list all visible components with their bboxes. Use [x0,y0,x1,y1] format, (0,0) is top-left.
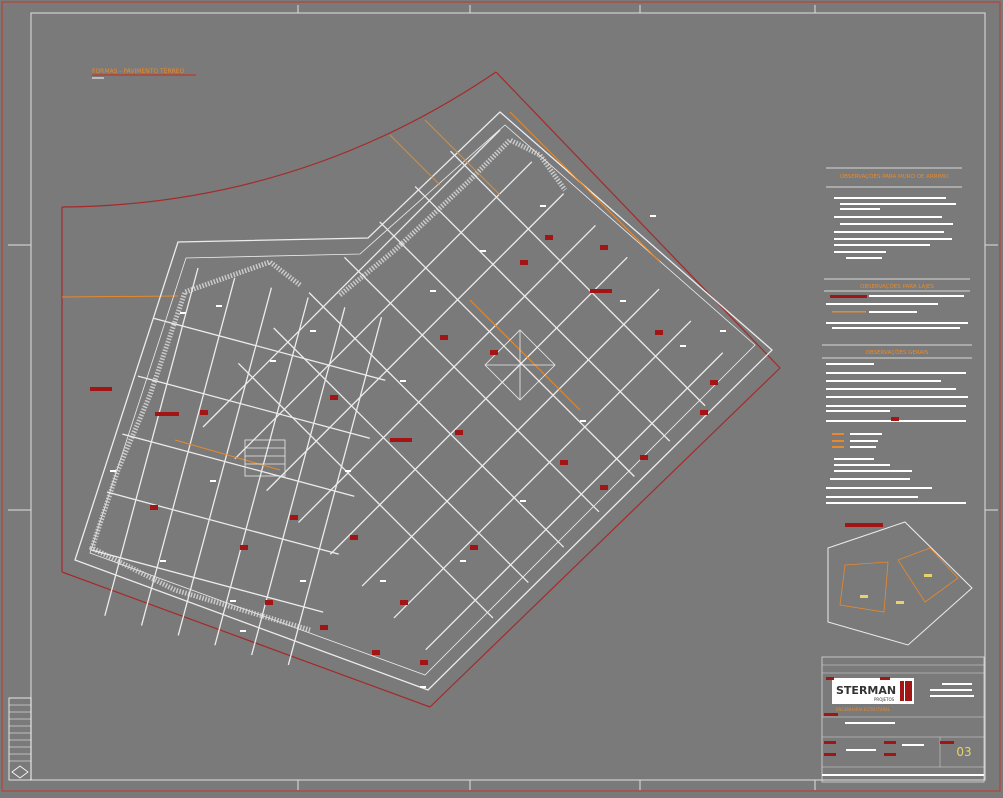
building-outline [74,111,773,691]
notes-general-title: OBSERVAÇÕES GERAIS [866,349,929,356]
retaining-wall-hatch [88,136,568,633]
grid-right [202,129,724,651]
notes-retaining-wall-title: OBSERVAÇÕES PARA MURO DE ARRIMO [840,173,949,180]
title-block: STERMAN PROJETOS ENGENHARIA ESTRUTURAL 0… [821,656,985,783]
left-legend-table [8,697,32,781]
notes-panel: OBSERVAÇÕES PARA MURO DE ARRIMO OBSERVAÇ… [822,167,972,504]
accent-lines [174,111,661,471]
cad-drawing-canvas[interactable]: FORMAS - PAVIMENTO TÉRREO OBSERVAÇÕES PA… [0,0,1003,794]
grid-left [91,267,386,666]
sheet-number: 03 [956,745,971,759]
dimension-marks [110,205,726,688]
drawing-sheet[interactable]: FORMAS - PAVIMENTO TÉRREO OBSERVAÇÕES PA… [0,0,1003,794]
key-plan [827,521,973,646]
company-sub: PROJETOS [874,697,895,702]
company-name: STERMAN [836,684,896,697]
notes-slabs-title: OBSERVAÇÕES PARA LAJES [860,283,934,290]
property-boundary [61,71,781,708]
company-tagline: ENGENHARIA ESTRUTURAL [836,707,891,712]
plan-title: FORMAS - PAVIMENTO TÉRREO [92,67,185,75]
